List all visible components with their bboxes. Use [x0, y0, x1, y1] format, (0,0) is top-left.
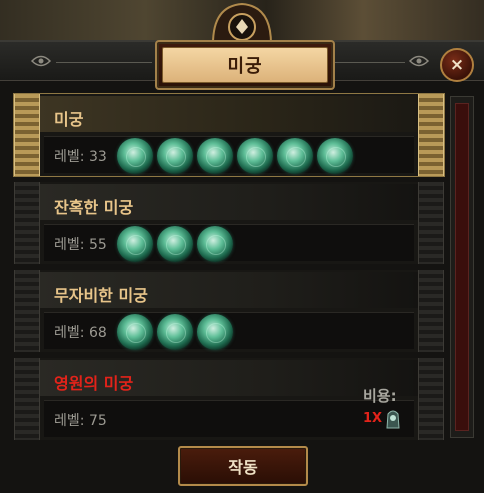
trial-gem-icon — [197, 314, 233, 350]
trial-gem-icon — [277, 138, 313, 174]
ornament-line — [56, 62, 152, 63]
item-border-right — [418, 94, 444, 176]
item-border-right — [418, 270, 444, 352]
item-border-left — [14, 94, 40, 176]
trial-gem-icon — [197, 226, 233, 262]
trial-gem-icon — [157, 226, 193, 262]
labyrinth-name: 잔혹한 미궁 — [54, 198, 134, 217]
item-border-left — [14, 182, 40, 264]
level-value: 75 — [88, 413, 107, 429]
item-border-right — [418, 358, 444, 440]
labyrinth-name: 미궁 — [54, 110, 84, 129]
cost-label: 비용: — [363, 387, 397, 405]
scrollbar-thumb[interactable] — [455, 103, 469, 431]
trial-gem-icon — [157, 138, 193, 174]
item-border-right — [418, 182, 444, 264]
trial-gems — [117, 314, 233, 350]
labyrinth-item-cruel[interactable]: 잔혹한 미궁 레벨: 55 — [14, 182, 444, 264]
level-label: 레벨: — [54, 413, 85, 429]
labyrinth-item-normal[interactable]: 미궁 레벨: 33 — [13, 93, 445, 177]
window-title: 미궁 — [162, 47, 328, 83]
level-value: 55 — [88, 237, 107, 253]
trial-gems — [117, 226, 233, 262]
level-label: 레벨: — [54, 325, 85, 341]
trial-gem-icon — [197, 138, 233, 174]
close-button[interactable]: × — [440, 48, 474, 82]
level-text: 레벨: 75 — [54, 410, 107, 430]
scrollbar[interactable] — [450, 96, 474, 438]
labyrinth-name: 영원의 미궁 — [54, 374, 134, 393]
trial-gem-icon — [117, 314, 153, 350]
offering-to-the-goddess-icon — [386, 410, 400, 429]
level-value: 33 — [88, 149, 107, 165]
labyrinth-name: 무자비한 미궁 — [54, 286, 148, 305]
item-border-left — [14, 270, 40, 352]
level-text: 레벨: 33 — [54, 146, 107, 166]
trial-gem-icon — [157, 314, 193, 350]
cost-quantity: 1X — [363, 411, 383, 426]
item-header — [40, 96, 418, 132]
labyrinth-item-merciless[interactable]: 무자비한 미궁 레벨: 68 — [14, 270, 444, 352]
ornament-icon — [30, 55, 52, 67]
trial-gem-icon — [117, 226, 153, 262]
close-icon: × — [449, 55, 465, 75]
trial-gem-icon — [317, 138, 353, 174]
level-value: 68 — [88, 325, 107, 341]
trial-gem-icon — [237, 138, 273, 174]
level-label: 레벨: — [54, 149, 85, 165]
trial-gems — [117, 138, 353, 174]
window-title-plaque: 미궁 — [155, 40, 335, 90]
level-text: 레벨: 68 — [54, 322, 107, 342]
activate-button[interactable]: 작동 — [178, 446, 308, 486]
ornament-line — [335, 62, 405, 63]
item-border-left — [14, 358, 40, 440]
level-label: 레벨: — [54, 237, 85, 253]
ornament-icon — [408, 55, 430, 67]
trial-gem-icon — [117, 138, 153, 174]
level-text: 레벨: 55 — [54, 234, 107, 254]
